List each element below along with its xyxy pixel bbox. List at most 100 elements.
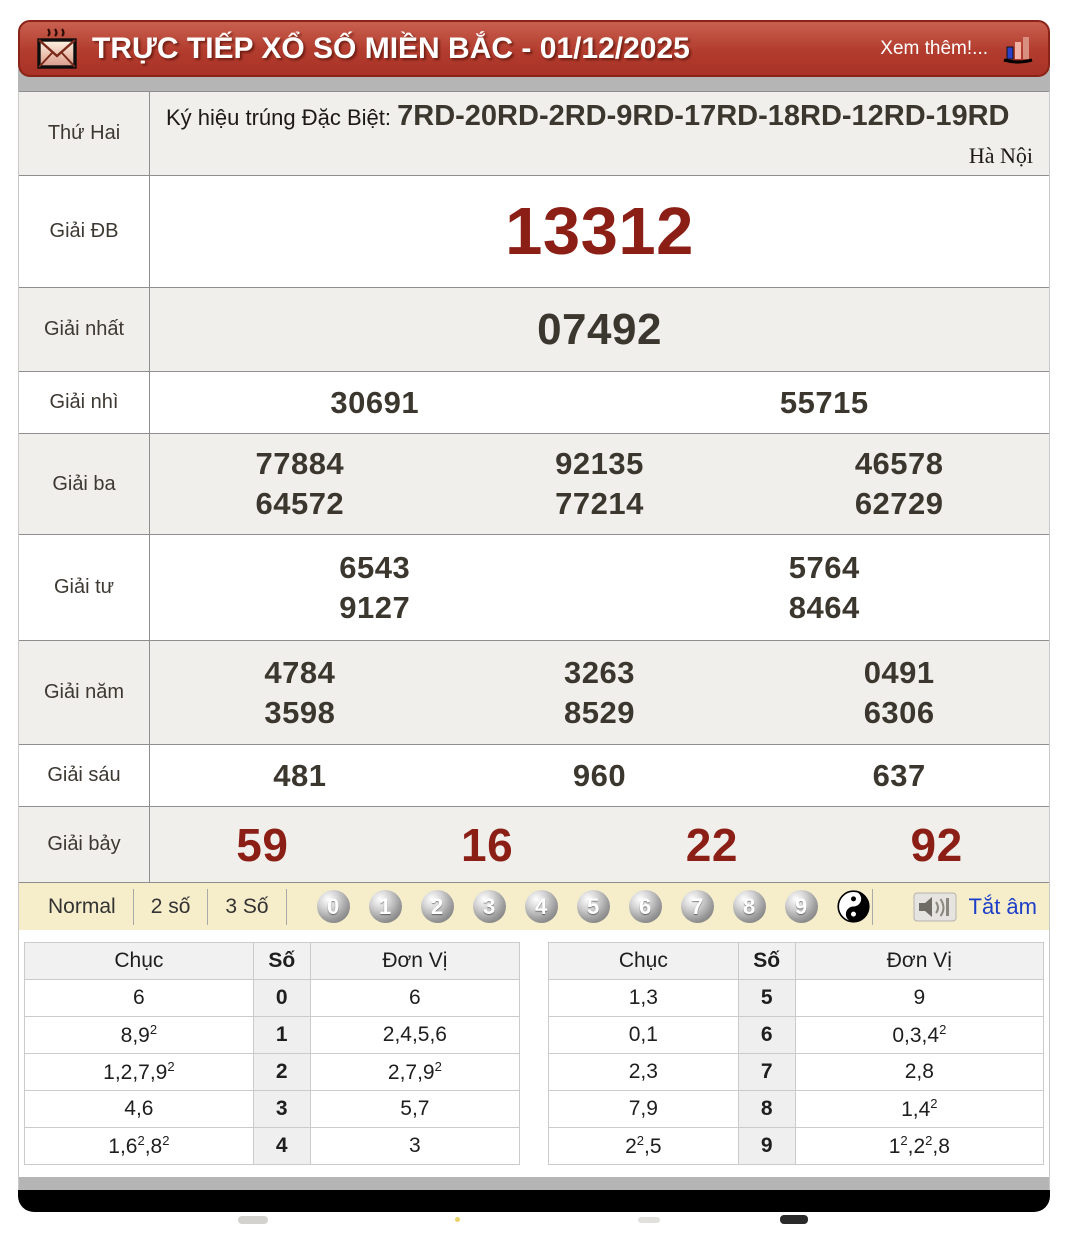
- column-header: Số: [252, 942, 311, 980]
- ball-2[interactable]: 2: [420, 890, 454, 923]
- info-row: Thứ Hai Ký hiệu trúng Đặc Biệt: 7RD-20RD…: [19, 91, 1049, 175]
- prize-number: 960: [572, 757, 627, 793]
- prize-number: 92: [910, 818, 963, 871]
- units-cell: 12,22,8: [794, 1127, 1045, 1165]
- controls-bar: Normal 2 số 3 Số 0123456789 Tắt âm: [19, 882, 1049, 930]
- ball-8[interactable]: 8: [732, 890, 766, 923]
- prize-number: 55715: [779, 384, 869, 420]
- digit-row: 4,6 3 5,7: [24, 1090, 521, 1128]
- prize-row-third: Giải ba 77884 92135 46578 64572 77214 62729: [19, 433, 1049, 534]
- special-sign-cell: Ký hiệu trúng Đặc Biệt: 7RD-20RD-2RD-9RD…: [150, 92, 1049, 175]
- digit-row: 606: [24, 979, 521, 1017]
- sound-controls: Tắt âm: [871, 888, 1037, 925]
- mode-tab-0[interactable]: Normal: [31, 895, 133, 919]
- prize-row-sixth: Giải sáu 481 960 637: [19, 744, 1049, 806]
- prize-label: Giải tư: [19, 535, 150, 640]
- prize-numbers: 59 16 22 92: [150, 807, 1049, 882]
- prize-number: 4784: [264, 654, 336, 690]
- ball-9[interactable]: 9: [784, 890, 818, 923]
- prize-numbers: 13312: [150, 176, 1049, 287]
- units-cell: 5,7: [309, 1090, 521, 1128]
- tens-cell: 1,2,7,92: [24, 1053, 254, 1091]
- column-header: Đơn Vị: [794, 942, 1045, 980]
- column-header: Số: [737, 942, 796, 980]
- prize-number: 5764: [788, 549, 860, 585]
- prize-number: 9127: [339, 589, 411, 625]
- digit-cell: 6: [737, 1016, 796, 1054]
- cutoff-next-section: [18, 1212, 1050, 1224]
- tens-cell: 7,9: [548, 1090, 739, 1128]
- weekday-label: Thứ Hai: [19, 92, 150, 175]
- ball-6[interactable]: 6: [628, 890, 662, 923]
- number-balls: 0123456789: [316, 890, 818, 923]
- prize-numbers: 6543 5764 9127 8464: [150, 535, 1049, 640]
- tens-cell: 1,3: [548, 979, 739, 1017]
- prize-number: 8529: [564, 694, 635, 730]
- ball-7[interactable]: 7: [680, 890, 714, 923]
- prize-number: 3598: [264, 694, 336, 730]
- units-cell: 2,4,5,6: [309, 1016, 521, 1054]
- envelope-icon: [34, 27, 80, 71]
- column-header: Chục: [548, 942, 739, 980]
- digit-table-right: Chục Số Đơn Vị 1,3 5 9 0,1 6 0,3,42 2,3 7 2,8 7,9 8 1…: [548, 942, 1045, 1165]
- prize-label: Giải sáu: [19, 745, 150, 806]
- mute-toggle-link[interactable]: Tắt âm: [969, 894, 1037, 920]
- prize-number: 77884: [255, 446, 345, 481]
- xem-them-link[interactable]: Xem thêm!...: [880, 38, 988, 60]
- sign-codes: 7RD-20RD-2RD-9RD-17RD-18RD-12RD-19RD: [397, 100, 1010, 132]
- prize-numbers: 07492: [150, 288, 1049, 371]
- digit-row: 1,2,7,92 2 2,7,92: [24, 1053, 521, 1091]
- digit-cell: 0: [252, 979, 311, 1017]
- units-cell: 9: [794, 979, 1045, 1017]
- tens-cell: 8,92: [24, 1016, 254, 1054]
- digit-cell: 1: [252, 1016, 311, 1054]
- digit-row: 2,3 7 2,8: [548, 1053, 1045, 1091]
- prize-label: Giải ĐB: [19, 176, 150, 287]
- digit-cell: 4: [252, 1127, 311, 1165]
- ball-1[interactable]: 1: [368, 890, 402, 923]
- digit-cell: 5: [737, 979, 796, 1017]
- bar-chart-icon[interactable]: [1002, 34, 1034, 64]
- digit-row: 7,9 8 1,42: [548, 1090, 1045, 1128]
- units-cell: 6: [309, 979, 521, 1017]
- prize-label: Giải năm: [19, 641, 150, 744]
- ball-3[interactable]: 3: [472, 890, 506, 923]
- tens-cell: 22,5: [548, 1127, 739, 1165]
- digit-row: 1,3 5 9: [548, 979, 1045, 1017]
- prize-number: 59: [236, 818, 289, 871]
- yin-yang-icon[interactable]: [837, 890, 870, 923]
- mode-tab-2[interactable]: 3 Số: [208, 895, 285, 919]
- prize-number: 0491: [863, 654, 935, 690]
- prize-number: 77214: [555, 486, 644, 521]
- units-cell: 1,42: [794, 1090, 1045, 1128]
- digit-row: 22,5 9 12,22,8: [548, 1127, 1045, 1165]
- prize-rows: Giải ĐB 13312 Giải nhất 07492 Giải nhì 30691 5…: [19, 175, 1049, 882]
- prize-numbers: 481 960 637: [150, 745, 1049, 806]
- lottery-widget: TRỰC TIẾP XỔ SỐ MIỀN BẮC - 01/12/2025 Xe…: [18, 0, 1050, 1224]
- prize-row-seventh: Giải bảy 59 16 22 92: [19, 806, 1049, 882]
- digit-cell: 2: [252, 1053, 311, 1091]
- digit-row: 0,1 6 0,3,42: [548, 1016, 1045, 1054]
- header-bar: TRỰC TIẾP XỔ SỐ MIỀN BẮC - 01/12/2025 Xe…: [18, 20, 1050, 77]
- speaker-icon[interactable]: [913, 892, 957, 922]
- tens-cell: 4,6: [24, 1090, 254, 1128]
- prize-numbers: 30691 55715: [150, 372, 1049, 433]
- ball-4[interactable]: 4: [524, 890, 558, 923]
- digit-cell: 8: [737, 1090, 796, 1128]
- tens-cell: 1,62,82: [24, 1127, 254, 1165]
- prize-numbers: 77884 92135 46578 64572 77214 62729: [150, 434, 1049, 534]
- prize-row-first: Giải nhất 07492: [19, 287, 1049, 371]
- bottom-gray-strip: [19, 1177, 1049, 1190]
- digit-cell: 9: [737, 1127, 796, 1165]
- digit-row: 8,92 1 2,4,5,6: [24, 1016, 521, 1054]
- prize-label: Giải nhì: [19, 372, 150, 433]
- prize-number: 22: [685, 818, 738, 871]
- ball-5[interactable]: 5: [576, 890, 610, 923]
- ball-0[interactable]: 0: [316, 890, 350, 923]
- mode-tabs: Normal 2 số 3 Số: [31, 883, 287, 930]
- prize-row-fourth: Giải tư 6543 5764 9127 8464: [19, 534, 1049, 640]
- prize-label: Giải ba: [19, 434, 150, 534]
- prize-number: 13312: [505, 194, 694, 269]
- prize-row-second: Giải nhì 30691 55715: [19, 371, 1049, 433]
- mode-tab-1[interactable]: 2 số: [134, 895, 208, 919]
